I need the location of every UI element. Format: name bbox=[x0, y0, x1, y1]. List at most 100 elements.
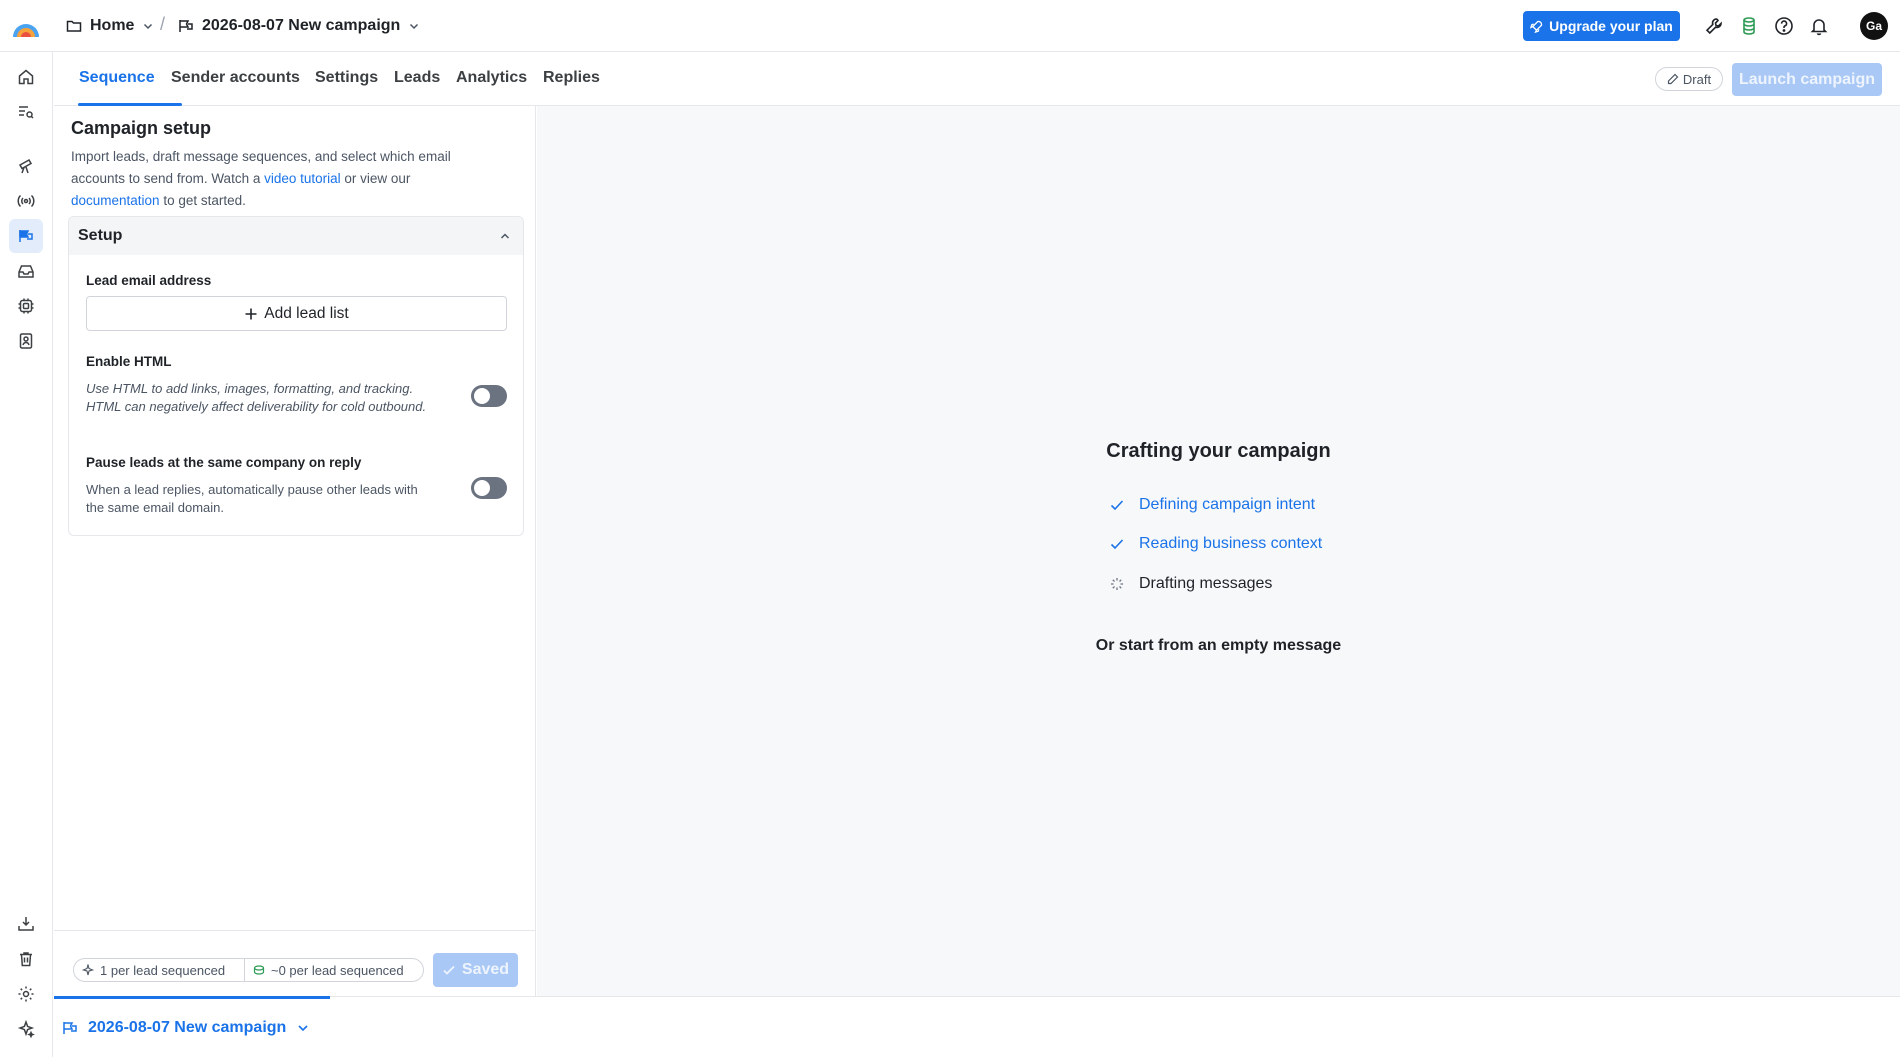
credits-icon bbox=[253, 964, 265, 976]
nav-signals[interactable] bbox=[9, 184, 43, 218]
tab-replies[interactable]: Replies bbox=[543, 69, 600, 87]
help-icon[interactable] bbox=[1774, 16, 1794, 36]
start-empty-message-link[interactable]: Or start from an empty message bbox=[537, 637, 1900, 655]
description-text: or view our bbox=[340, 171, 411, 186]
tab-settings[interactable]: Settings bbox=[315, 69, 378, 87]
bottom-campaign-label: 2026-08-07 New campaign bbox=[88, 1019, 287, 1036]
cost-pill: ~0 per lead sequenced bbox=[244, 958, 424, 982]
nav-downloads[interactable] bbox=[9, 907, 43, 941]
breadcrumb-separator: / bbox=[160, 14, 166, 34]
app-logo-icon[interactable] bbox=[11, 13, 41, 39]
enable-html-description: Use HTML to add links, images, formattin… bbox=[86, 381, 427, 414]
gear-icon bbox=[17, 985, 35, 1003]
active-campaign-indicator bbox=[54, 996, 330, 999]
campaign-flag-icon bbox=[17, 227, 35, 245]
nav-settings[interactable] bbox=[9, 977, 43, 1011]
progress-step: Defining campaign intent bbox=[1109, 494, 1315, 516]
pause-leads-toggle[interactable] bbox=[471, 477, 507, 499]
tab-sender-accounts[interactable]: Sender accounts bbox=[171, 69, 300, 87]
campaign-flag-icon bbox=[178, 18, 194, 34]
campaign-generation-area: Crafting your campaign Defining campaign… bbox=[537, 106, 1900, 996]
telescope-icon bbox=[17, 157, 35, 175]
left-nav-rail bbox=[0, 52, 53, 1057]
breadcrumb-home[interactable]: Home bbox=[66, 14, 154, 38]
saved-button[interactable]: Saved bbox=[433, 953, 518, 987]
video-tutorial-link[interactable]: video tutorial bbox=[264, 171, 341, 186]
search-list-icon bbox=[17, 103, 35, 121]
chevron-down-icon bbox=[408, 20, 420, 32]
nav-prospecting[interactable] bbox=[9, 149, 43, 183]
panel-title: Campaign setup bbox=[71, 118, 212, 138]
credits-icon[interactable] bbox=[1739, 16, 1759, 36]
tab-leads[interactable]: Leads bbox=[394, 69, 440, 87]
progress-step: Drafting messages bbox=[1109, 573, 1272, 595]
add-lead-list-label: Add lead list bbox=[264, 304, 349, 322]
add-lead-list-button[interactable]: Add lead list bbox=[86, 296, 507, 331]
documentation-link[interactable]: documentation bbox=[71, 193, 160, 208]
nav-search-list[interactable] bbox=[9, 95, 43, 129]
draft-label: Draft bbox=[1682, 71, 1712, 87]
contact-card-icon bbox=[17, 332, 35, 350]
setup-section: Setup Lead email address Add lead list E… bbox=[68, 216, 524, 536]
chevron-down-icon bbox=[296, 1021, 310, 1035]
broadcast-icon bbox=[17, 192, 35, 210]
upgrade-plan-label: Upgrade your plan bbox=[1549, 18, 1673, 34]
status-badge: Draft bbox=[1655, 67, 1723, 91]
loading-spinner-icon bbox=[1109, 576, 1125, 592]
breadcrumb-campaign-label: 2026-08-07 New campaign bbox=[202, 17, 401, 34]
nav-ai-assistant[interactable] bbox=[9, 1012, 43, 1046]
crafting-title: Crafting your campaign bbox=[1106, 440, 1331, 462]
credits-pill-label: 1 per lead sequenced bbox=[100, 962, 226, 978]
folder-icon bbox=[66, 18, 82, 34]
pause-leads-label: Pause leads at the same company on reply bbox=[86, 455, 362, 470]
breadcrumb-campaign[interactable]: 2026-08-07 New campaign bbox=[178, 14, 420, 38]
campaign-setup-panel: Campaign setup Import leads, draft messa… bbox=[54, 106, 536, 996]
check-icon bbox=[1109, 497, 1125, 513]
setup-section-header[interactable]: Setup bbox=[69, 217, 523, 255]
sparkle-icon bbox=[82, 964, 94, 976]
nav-inbox[interactable] bbox=[9, 254, 43, 288]
breadcrumb-home-label: Home bbox=[90, 17, 135, 34]
cost-pill-label: ~0 per lead sequenced bbox=[271, 962, 404, 978]
description-text: to get started. bbox=[159, 193, 246, 208]
nav-integrations[interactable] bbox=[9, 289, 43, 323]
setup-section-title: Setup bbox=[78, 227, 123, 244]
upgrade-plan-button[interactable]: Upgrade your plan bbox=[1523, 11, 1680, 41]
pencil-icon bbox=[1667, 73, 1679, 85]
nav-trash[interactable] bbox=[9, 942, 43, 976]
enable-html-toggle[interactable] bbox=[471, 385, 507, 407]
progress-step-label: Defining campaign intent bbox=[1139, 496, 1316, 513]
wrench-icon[interactable] bbox=[1704, 16, 1724, 36]
sparkle-icon bbox=[17, 1020, 35, 1038]
bottom-campaign-switcher[interactable]: 2026-08-07 New campaign bbox=[62, 1019, 310, 1037]
bottom-campaign-bar: 2026-08-07 New campaign bbox=[54, 996, 1900, 1057]
launch-campaign-button[interactable]: Launch campaign bbox=[1732, 63, 1882, 96]
tab-sequence[interactable]: Sequence bbox=[79, 69, 155, 87]
download-tray-icon bbox=[17, 915, 35, 933]
chip-icon bbox=[17, 297, 35, 315]
progress-step-label: Drafting messages bbox=[1139, 575, 1273, 592]
pause-leads-description: When a lead replies, automatically pause… bbox=[86, 482, 418, 515]
lead-email-label: Lead email address bbox=[86, 273, 212, 288]
saved-label: Saved bbox=[461, 961, 510, 978]
panel-description: Import leads, draft message sequences, a… bbox=[71, 146, 491, 212]
bell-icon[interactable] bbox=[1809, 16, 1829, 36]
chevron-down-icon bbox=[142, 20, 154, 32]
panel-footer: 1 per lead sequenced ~0 per lead sequenc… bbox=[54, 930, 535, 996]
tab-analytics[interactable]: Analytics bbox=[456, 69, 527, 87]
campaign-flag-icon bbox=[62, 1020, 78, 1036]
check-icon bbox=[1109, 536, 1125, 552]
home-icon bbox=[17, 68, 35, 86]
check-icon bbox=[442, 963, 456, 977]
credits-pill: 1 per lead sequenced bbox=[73, 958, 245, 982]
rocket-icon bbox=[1530, 20, 1543, 33]
inbox-icon bbox=[17, 262, 35, 280]
enable-html-label: Enable HTML bbox=[86, 354, 172, 369]
plus-icon bbox=[244, 307, 258, 321]
campaign-tabs-bar: Sequence Sender accounts Settings Leads … bbox=[54, 53, 1900, 106]
nav-campaigns[interactable] bbox=[9, 219, 43, 253]
nav-contacts[interactable] bbox=[9, 324, 43, 358]
nav-home[interactable] bbox=[9, 60, 43, 94]
top-bar: Home / 2026-08-07 New campaign Upgrade y… bbox=[0, 0, 1900, 52]
user-avatar[interactable]: Ga bbox=[1860, 12, 1888, 40]
